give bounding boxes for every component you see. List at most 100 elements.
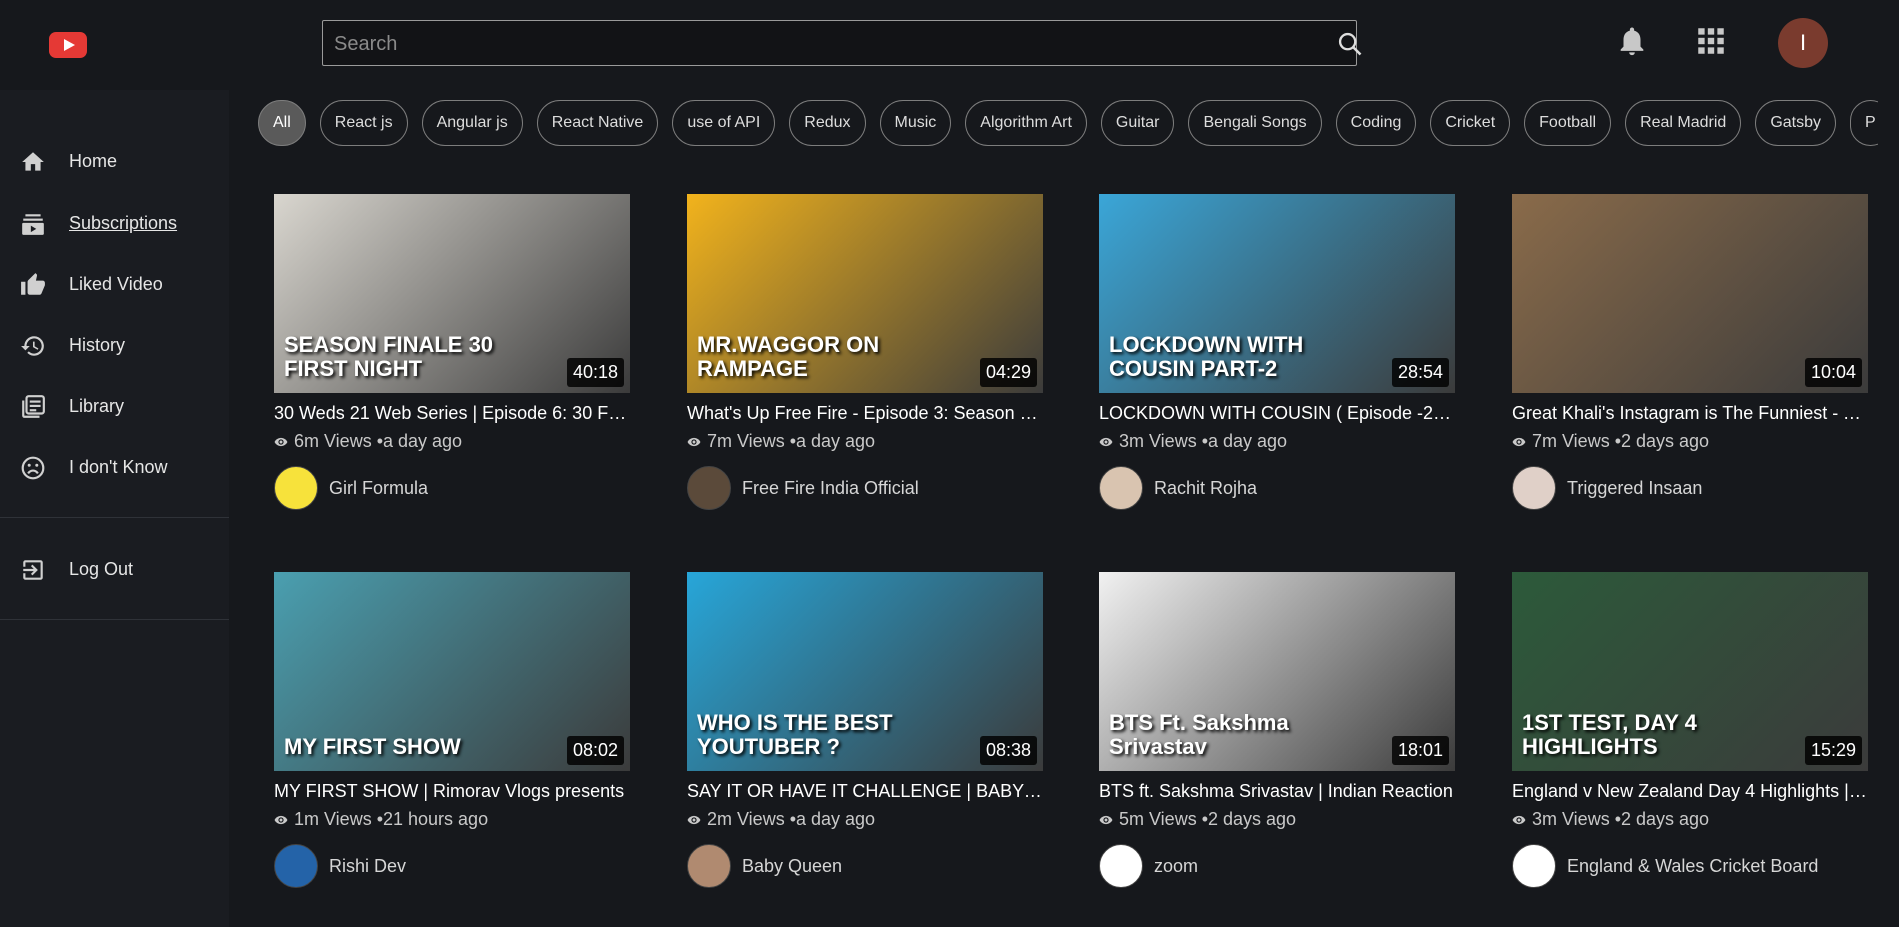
video-card[interactable]: BTS Ft. Sakshma Srivastav 18:01 BTS ft. Sa… xyxy=(1099,572,1455,892)
chip-guitar[interactable]: Guitar xyxy=(1100,100,1175,146)
channel-avatar[interactable] xyxy=(274,844,318,888)
channel-row[interactable]: Baby Queen xyxy=(687,844,842,888)
video-thumbnail[interactable]: WHO IS THE BEST YOUTUBER ? 08:38 xyxy=(687,572,1043,771)
video-duration: 04:29 xyxy=(979,358,1037,387)
chip-music[interactable]: Music xyxy=(879,100,952,146)
chip-coding[interactable]: Coding xyxy=(1335,100,1417,146)
video-card[interactable]: SEASON FINALE 30 FIRST NIGHT 40:18 30 Weds… xyxy=(274,194,630,514)
video-views: 7m Views •2 days ago xyxy=(1532,431,1710,451)
sidebar-item-label: Home xyxy=(69,150,118,171)
channel-row[interactable]: England & Wales Cricket Board xyxy=(1512,844,1818,888)
sidebar-item-library[interactable]: Library xyxy=(0,384,229,428)
search-icon[interactable] xyxy=(1336,30,1364,58)
video-card[interactable]: 1ST TEST, DAY 4 HIGHLIGHTS 15:29 England v… xyxy=(1512,572,1868,892)
chip-real-madrid[interactable]: Real Madrid xyxy=(1625,100,1742,146)
channel-avatar[interactable] xyxy=(687,844,731,888)
chip-p[interactable]: P xyxy=(1850,100,1878,146)
apps-grid-icon[interactable] xyxy=(1694,24,1728,58)
chip-angular-js[interactable]: Angular js xyxy=(421,100,523,146)
channel-avatar[interactable] xyxy=(274,466,318,510)
search-bar[interactable] xyxy=(322,20,1362,67)
subscriptions-icon xyxy=(22,214,44,235)
video-thumbnail[interactable]: 10:04 xyxy=(1512,194,1868,393)
chip-react-js[interactable]: React js xyxy=(319,100,408,146)
logout-icon xyxy=(23,560,43,580)
sidebar-item-liked-video[interactable]: Liked Video xyxy=(0,262,229,306)
sidebar-item-home[interactable]: Home xyxy=(0,139,229,183)
chip-gatsby[interactable]: Gatsby xyxy=(1755,100,1837,146)
video-meta: 7m Views •a day ago xyxy=(687,431,875,452)
sidebar-item-label: Library xyxy=(69,395,125,416)
channel-row[interactable]: Free Fire India Official xyxy=(687,466,919,510)
video-views: 6m Views •a day ago xyxy=(294,431,463,451)
chip-algorithm-art[interactable]: Algorithm Art xyxy=(965,100,1087,146)
video-card[interactable]: LOCKDOWN WITH COUSIN PART-2 28:54 LOCKDOWN… xyxy=(1099,194,1455,514)
sidebar-item-history[interactable]: History xyxy=(0,323,229,367)
thumbnail-caption: SEASON FINALE 30 FIRST NIGHT xyxy=(284,331,494,381)
video-title[interactable]: 30 Weds 21 Web Series | Episode 6: 30 Fi… xyxy=(274,403,630,424)
library-icon xyxy=(22,395,45,418)
channel-row[interactable]: Rishi Dev xyxy=(274,844,406,888)
chip-bengali-songs[interactable]: Bengali Songs xyxy=(1188,100,1322,146)
video-thumbnail[interactable]: SEASON FINALE 30 FIRST NIGHT 40:18 xyxy=(274,194,630,393)
video-meta: 3m Views •2 days ago xyxy=(1512,809,1709,830)
channel-avatar[interactable] xyxy=(1512,844,1556,888)
home-icon xyxy=(22,152,44,171)
channel-row[interactable]: Triggered Insaan xyxy=(1512,466,1702,510)
channel-row[interactable]: zoom xyxy=(1099,844,1198,888)
chip-all[interactable]: All xyxy=(258,100,306,146)
channel-avatar[interactable] xyxy=(687,466,731,510)
channel-name[interactable]: Rishi Dev xyxy=(329,856,406,877)
channel-name[interactable]: Baby Queen xyxy=(742,856,842,877)
sidebar-item-label: History xyxy=(69,334,126,355)
video-title[interactable]: SAY IT OR HAVE IT CHALLENGE | BABY QUEEN xyxy=(687,781,1043,802)
video-title[interactable]: MY FIRST SHOW | Rimorav Vlogs presents xyxy=(274,781,630,802)
video-card[interactable]: 10:04 Great Khali's Instagram is The Funn… xyxy=(1512,194,1868,514)
chip-react-native[interactable]: React Native xyxy=(536,100,659,146)
video-meta: 3m Views •a day ago xyxy=(1099,431,1287,452)
video-thumbnail[interactable]: BTS Ft. Sakshma Srivastav 18:01 xyxy=(1099,572,1455,771)
chip-redux[interactable]: Redux xyxy=(789,100,866,146)
video-thumbnail[interactable]: 1ST TEST, DAY 4 HIGHLIGHTS 15:29 xyxy=(1512,572,1868,771)
sidebar-item-logout[interactable]: Log Out xyxy=(0,547,229,591)
video-title[interactable]: LOCKDOWN WITH COUSIN ( Episode -2 ) || R… xyxy=(1099,403,1455,424)
video-title[interactable]: Great Khali's Instagram is The Funniest … xyxy=(1512,403,1868,424)
video-title[interactable]: What's Up Free Fire - Episode 3: Season … xyxy=(687,403,1043,424)
search-input[interactable] xyxy=(332,21,1276,67)
video-views: 3m Views •a day ago xyxy=(1119,431,1288,451)
video-thumbnail[interactable]: MY FIRST SHOW 08:02 xyxy=(274,572,630,771)
channel-row[interactable]: Girl Formula xyxy=(274,466,428,510)
channel-name[interactable]: Free Fire India Official xyxy=(742,478,919,499)
video-title[interactable]: England v New Zealand Day 4 Highlights |… xyxy=(1512,781,1868,802)
youtube-logo-icon[interactable] xyxy=(49,32,87,58)
video-views: 5m Views •2 days ago xyxy=(1119,809,1297,829)
channel-name[interactable]: zoom xyxy=(1154,856,1198,877)
eye-icon xyxy=(687,437,701,446)
video-thumbnail[interactable]: LOCKDOWN WITH COUSIN PART-2 28:54 xyxy=(1099,194,1455,393)
chip-cricket[interactable]: Cricket xyxy=(1430,100,1511,146)
bell-icon[interactable] xyxy=(1615,24,1649,58)
video-card[interactable]: MY FIRST SHOW 08:02 MY FIRST SHOW | Rimora… xyxy=(274,572,630,892)
sidebar-item-label: Liked Video xyxy=(69,273,163,294)
channel-name[interactable]: England & Wales Cricket Board xyxy=(1567,856,1818,877)
thumbnail-caption: BTS Ft. Sakshma Srivastav xyxy=(1109,709,1289,759)
user-avatar[interactable]: I xyxy=(1778,18,1828,68)
sidebar-item-subscriptions[interactable]: Subscriptions xyxy=(0,201,229,245)
channel-avatar[interactable] xyxy=(1099,844,1143,888)
thumbs-up-icon xyxy=(21,273,45,295)
video-card[interactable]: WHO IS THE BEST YOUTUBER ? 08:38 SAY IT OR… xyxy=(687,572,1043,892)
eye-icon xyxy=(1512,815,1526,824)
channel-name[interactable]: Triggered Insaan xyxy=(1567,478,1702,499)
video-views: 1m Views •21 hours ago xyxy=(294,809,489,829)
chip-football[interactable]: Football xyxy=(1524,100,1612,146)
video-card[interactable]: MR.WAGGOR ON RAMPAGE 04:29 What's Up Free … xyxy=(687,194,1043,514)
sidebar-item-i-dont-know[interactable]: I don't Know xyxy=(0,445,229,489)
video-thumbnail[interactable]: MR.WAGGOR ON RAMPAGE 04:29 xyxy=(687,194,1043,393)
channel-avatar[interactable] xyxy=(1512,466,1556,510)
chip-use-of-api[interactable]: use of API xyxy=(672,100,776,146)
channel-avatar[interactable] xyxy=(1099,466,1143,510)
video-title[interactable]: BTS ft. Sakshma Srivastav | Indian React… xyxy=(1099,781,1455,802)
channel-name[interactable]: Rachit Rojha xyxy=(1154,478,1257,499)
channel-name[interactable]: Girl Formula xyxy=(329,478,428,499)
channel-row[interactable]: Rachit Rojha xyxy=(1099,466,1257,510)
